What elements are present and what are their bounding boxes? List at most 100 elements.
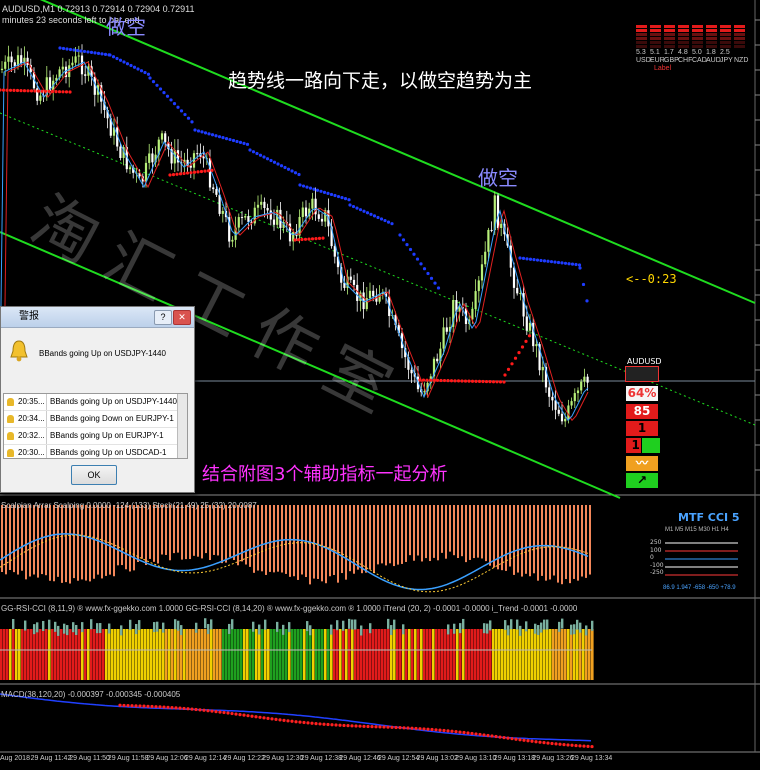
alert-dialog[interactable]: 警报 ? ✕ BBands going Up on USDJPY-1440 20… [0,306,195,493]
trend-spike [90,619,93,630]
list-item[interactable]: 20:34... BBands going Down on EURJPY-1 [4,411,187,428]
close-button[interactable]: ✕ [173,310,191,325]
trend-bar [447,629,450,680]
row-text: BBands going Up on USDCAD-1 [50,448,167,457]
currency-label: NZD [734,57,749,64]
trend-spike [108,623,111,634]
macd-signal-dot [366,724,370,729]
trend-bar [204,629,207,680]
ok-button[interactable]: OK [71,465,117,485]
macd-signal-dot [258,715,262,719]
trend-bar [84,629,87,680]
macd-signal-dot [410,726,414,730]
trend-bar [426,629,429,680]
trend-spike [33,624,36,635]
macd-signal-dot [222,710,226,715]
trend-bar [402,629,405,680]
row-time: 20:35... [18,397,45,406]
strength-bar [720,37,731,40]
trend-bar [588,629,591,680]
macd-signal-dot [470,731,474,736]
macd-signal-dot [294,720,298,724]
trend-bar [576,629,579,680]
candle-body [208,158,212,188]
row-text: BBands going Up on USDJPY-1440 [50,397,177,406]
macd-signal-dot [510,737,514,741]
trend-spike [36,622,39,633]
macd-signal-dot [454,730,458,734]
trend-bar [0,629,3,680]
help-button[interactable]: ? [154,310,172,325]
trend-bar [3,629,6,680]
trend-spike [282,624,285,635]
candle-body [500,223,503,228]
macd-signal-dot [406,726,410,730]
currency-label: CAD [692,57,707,64]
trend-spike [309,625,312,636]
widget-level: 1 [625,420,659,437]
candle-body [272,219,276,225]
macd-signal-dot [198,708,202,712]
alert-titlebar[interactable]: 警报 ? ✕ [1,307,194,328]
macd-signal-dot [186,707,190,711]
strength-bar [720,25,731,28]
widget-range-green [641,437,661,454]
candle-body [436,358,439,362]
strength-value: 1.8 [706,49,716,56]
macd-signal-dot [506,736,510,740]
trend-bar [420,629,423,680]
trend-bar [450,629,453,680]
trend-bar [453,629,456,680]
trend-bar [396,629,399,680]
trend-bar [525,629,528,680]
trend-spike [585,625,588,636]
trend-spike [402,624,405,635]
macd-signal-dot [246,714,250,718]
candle-body [148,153,151,163]
trend-spike [306,621,309,632]
subwindow1-header: Scalpian Arrar Scalping 0.0000 -124.(133… [1,501,257,510]
trend-bar [438,629,441,680]
widget-symbol: AUDUSD [627,357,662,366]
macd-signal-dot [426,727,430,731]
alert-list[interactable]: 20:35... BBands going Up on USDJPY-1440 2… [3,393,188,459]
strength-bar [734,41,745,44]
macd-signal-dot [298,720,302,724]
macd-signal-dot [158,705,162,709]
strength-bar [636,41,647,44]
trend-bar [339,629,342,680]
macd-signal-dot [558,742,562,746]
candle-body [333,246,336,257]
candle-body [471,308,474,320]
macd-signal-dot [290,719,294,723]
macd-signal-dot [142,704,146,708]
trend-bar [321,629,324,680]
list-item[interactable]: 20:32... BBands going Up on EURJPY-1 [4,428,187,445]
candle-body [237,217,240,228]
trend-spike [519,625,522,636]
candle-body [484,251,487,265]
trend-spike [507,625,510,636]
trend-bar [567,629,570,680]
strength-bar [734,29,745,32]
trend-spike [252,621,255,632]
trend-bar [171,629,174,680]
macd-signal-dot [166,705,170,709]
time-tick-label: 29 Aug 11:58 [107,755,149,762]
trend-bar [9,629,12,680]
strength-bar [664,45,675,48]
macd-signal-dot [226,711,230,715]
time-tick-label: 29 Aug 13:34 [571,755,613,762]
strength-bar [720,29,731,32]
trend-spike [120,625,123,636]
trend-bar [291,629,294,680]
candle-body [260,201,263,205]
trend-bar [306,629,309,680]
list-item[interactable]: 20:30... BBands going Up on USDCAD-1 [4,445,187,458]
currency-label: EUR [650,57,665,64]
macd-signal-dot [278,718,282,722]
list-item[interactable]: 20:35... BBands going Up on USDJPY-1440 [4,394,187,411]
strength-bar [678,45,689,48]
trend-bar [201,629,204,680]
scrollbar[interactable] [177,394,187,458]
